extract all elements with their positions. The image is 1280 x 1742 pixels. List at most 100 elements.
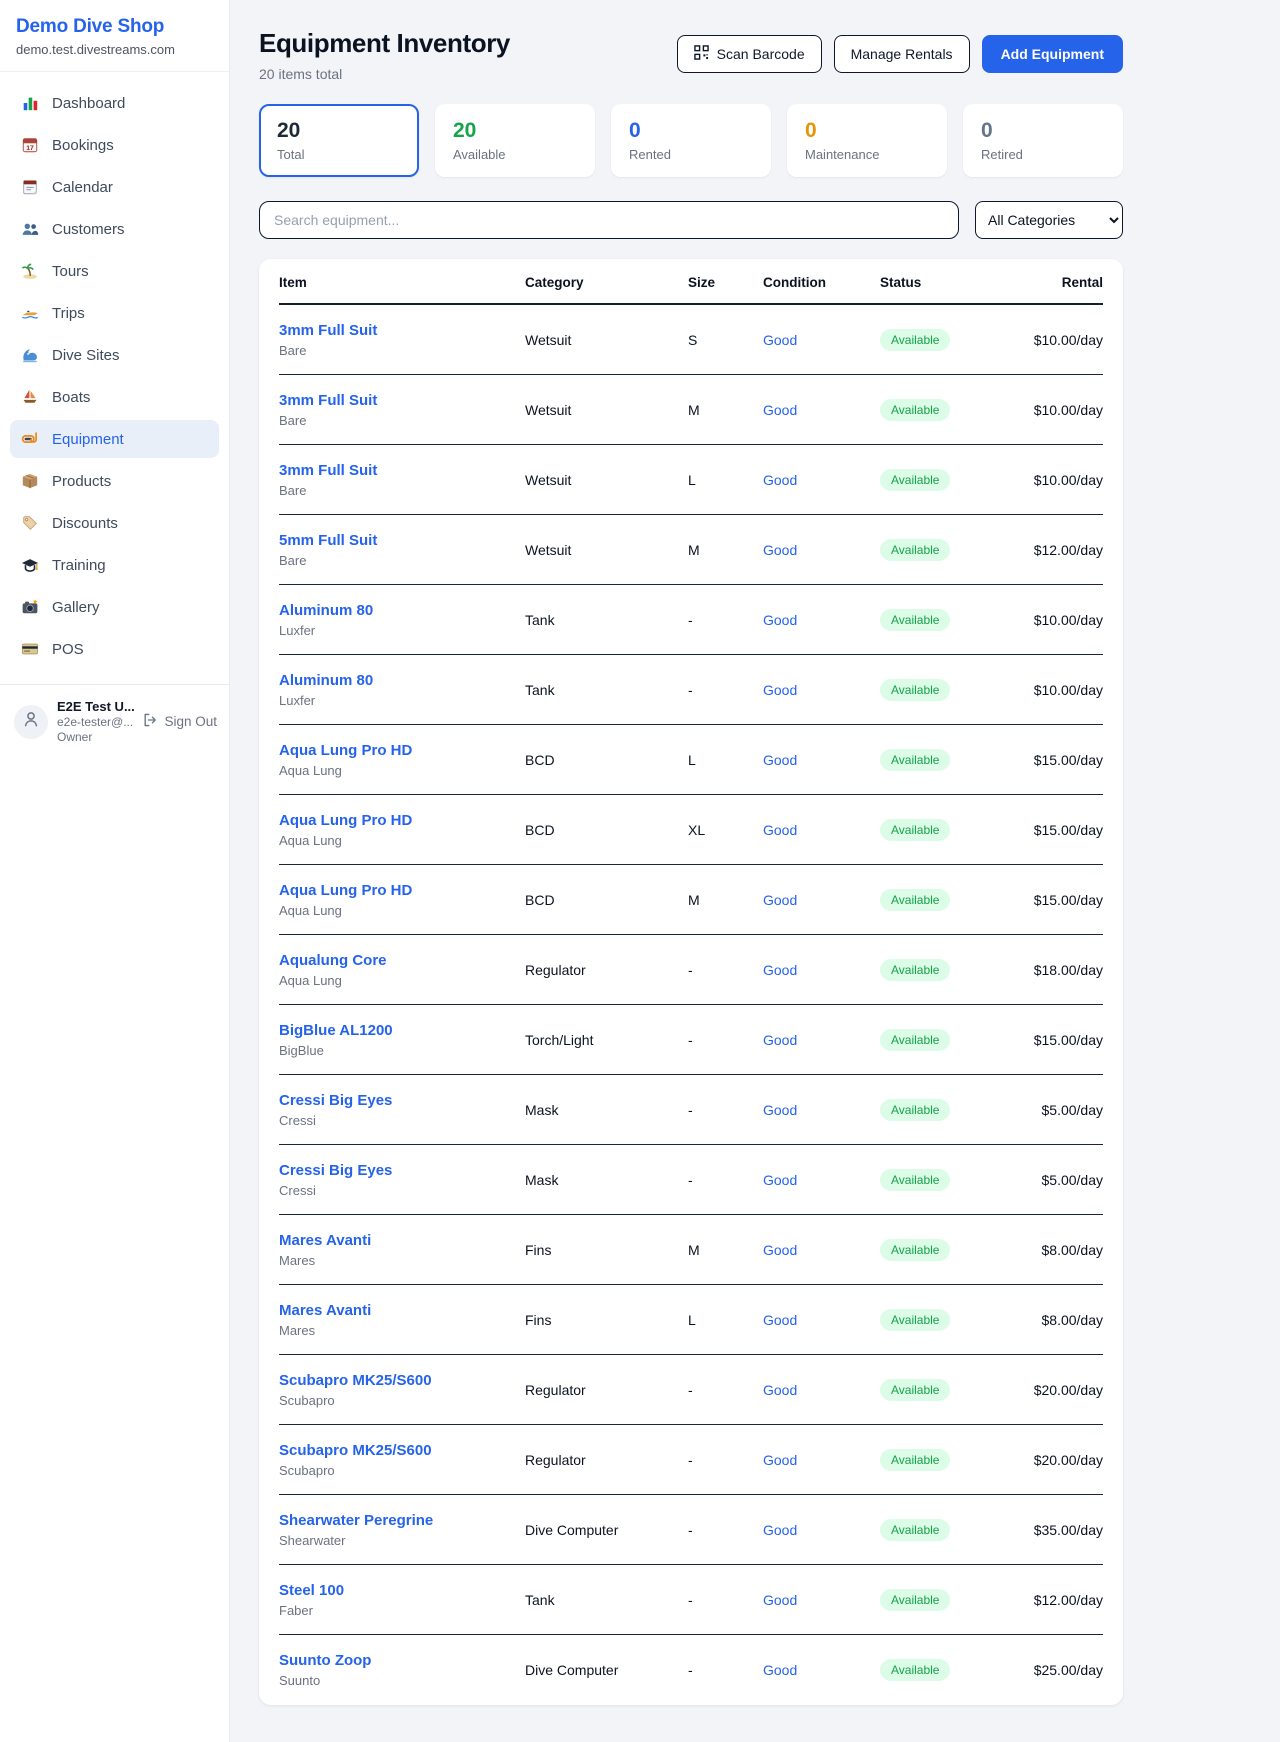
stat-card-maintenance[interactable]: 0 Maintenance (787, 104, 947, 177)
table-row[interactable]: Suunto Zoop Suunto Dive Computer - Good … (279, 1635, 1103, 1705)
table-row[interactable]: Aluminum 80 Luxfer Tank - Good Available… (279, 585, 1103, 655)
table-row[interactable]: Scubapro MK25/S600 Scubapro Regulator - … (279, 1425, 1103, 1495)
item-rental-rate: $15.00/day (1030, 752, 1103, 768)
status-badge: Available (880, 1379, 950, 1401)
item-name-link[interactable]: Scubapro MK25/S600 (279, 1442, 525, 1459)
item-rental-rate: $10.00/day (1030, 332, 1103, 348)
item-name-link[interactable]: 3mm Full Suit (279, 392, 525, 409)
table-row[interactable]: Cressi Big Eyes Cressi Mask - Good Avail… (279, 1145, 1103, 1215)
item-name-link[interactable]: 5mm Full Suit (279, 532, 525, 549)
page-header: Equipment Inventory 20 items total Scan … (259, 28, 1123, 82)
stat-label: Retired (981, 147, 1105, 162)
sidebar-item-training[interactable]: Training (10, 546, 219, 584)
sidebar-item-label: Calendar (52, 179, 113, 196)
sidebar-nav: Dashboard 17 Bookings Calendar Customers… (0, 72, 229, 678)
table-row[interactable]: Aqua Lung Pro HD Aqua Lung BCD XL Good A… (279, 795, 1103, 865)
brand-name[interactable]: Demo Dive Shop (16, 16, 213, 38)
status-badge: Available (880, 1239, 950, 1261)
table-row[interactable]: Mares Avanti Mares Fins M Good Available… (279, 1215, 1103, 1285)
manage-rentals-label: Manage Rentals (851, 46, 953, 62)
search-input[interactable] (259, 201, 959, 239)
item-name-link[interactable]: Scubapro MK25/S600 (279, 1372, 525, 1389)
table-row[interactable]: Mares Avanti Mares Fins L Good Available… (279, 1285, 1103, 1355)
item-name-link[interactable]: Shearwater Peregrine (279, 1512, 525, 1529)
sidebar-item-boats[interactable]: Boats (10, 378, 219, 416)
item-name-link[interactable]: Aluminum 80 (279, 602, 525, 619)
table-row[interactable]: 3mm Full Suit Bare Wetsuit S Good Availa… (279, 305, 1103, 375)
category-select[interactable]: All Categories (975, 201, 1123, 239)
sidebar-item-dive-sites[interactable]: Dive Sites (10, 336, 219, 374)
sidebar-item-trips[interactable]: Trips (10, 294, 219, 332)
sidebar-item-calendar[interactable]: Calendar (10, 168, 219, 206)
item-name-link[interactable]: Aqualung Core (279, 952, 525, 969)
item-size: L (688, 1312, 763, 1328)
item-name-link[interactable]: Aqua Lung Pro HD (279, 742, 525, 759)
item-size: - (688, 1592, 763, 1608)
item-size: M (688, 1242, 763, 1258)
stat-card-rented[interactable]: 0 Rented (611, 104, 771, 177)
column-header-item: Item (279, 275, 525, 290)
stat-card-retired[interactable]: 0 Retired (963, 104, 1123, 177)
table-row[interactable]: BigBlue AL1200 BigBlue Torch/Light - Goo… (279, 1005, 1103, 1075)
package-box-icon (20, 471, 40, 491)
stat-card-available[interactable]: 20 Available (435, 104, 595, 177)
sidebar-item-equipment[interactable]: Equipment (10, 420, 219, 458)
table-row[interactable]: Cressi Big Eyes Cressi Mask - Good Avail… (279, 1075, 1103, 1145)
table-row[interactable]: Aqua Lung Pro HD Aqua Lung BCD M Good Av… (279, 865, 1103, 935)
column-header-rental: Rental (1030, 275, 1103, 290)
manage-rentals-button[interactable]: Manage Rentals (834, 35, 970, 73)
item-brand: Cressi (279, 1113, 525, 1128)
sidebar-item-tours[interactable]: Tours (10, 252, 219, 290)
item-name-link[interactable]: Mares Avanti (279, 1302, 525, 1319)
table-row[interactable]: 5mm Full Suit Bare Wetsuit M Good Availa… (279, 515, 1103, 585)
item-rental-rate: $10.00/day (1030, 612, 1103, 628)
sidebar-item-gallery[interactable]: Gallery (10, 588, 219, 626)
table-row[interactable]: Aqua Lung Pro HD Aqua Lung BCD L Good Av… (279, 725, 1103, 795)
item-name-link[interactable]: Cressi Big Eyes (279, 1162, 525, 1179)
item-name-link[interactable]: Suunto Zoop (279, 1652, 525, 1669)
table-row[interactable]: Shearwater Peregrine Shearwater Dive Com… (279, 1495, 1103, 1565)
sidebar-item-label: Bookings (52, 137, 114, 154)
table-row[interactable]: Steel 100 Faber Tank - Good Available $1… (279, 1565, 1103, 1635)
sidebar-item-bookings[interactable]: 17 Bookings (10, 126, 219, 164)
sidebar-item-pos[interactable]: POS (10, 630, 219, 668)
item-name-link[interactable]: BigBlue AL1200 (279, 1022, 525, 1039)
barcode-scan-icon (694, 45, 709, 63)
sidebar-item-products[interactable]: Products (10, 462, 219, 500)
bar-chart-icon (20, 93, 40, 113)
scan-barcode-button[interactable]: Scan Barcode (677, 35, 822, 73)
item-name-link[interactable]: Cressi Big Eyes (279, 1092, 525, 1109)
item-name-link[interactable]: 3mm Full Suit (279, 322, 525, 339)
item-name-link[interactable]: 3mm Full Suit (279, 462, 525, 479)
item-size: - (688, 612, 763, 628)
item-name-link[interactable]: Aluminum 80 (279, 672, 525, 689)
table-row[interactable]: Aqualung Core Aqua Lung Regulator - Good… (279, 935, 1103, 1005)
table-row[interactable]: 3mm Full Suit Bare Wetsuit L Good Availa… (279, 445, 1103, 515)
item-condition: Good (763, 1662, 880, 1678)
sidebar-item-dashboard[interactable]: Dashboard (10, 84, 219, 122)
header-actions: Scan Barcode Manage Rentals Add Equipmen… (677, 28, 1123, 73)
item-name-link[interactable]: Aqua Lung Pro HD (279, 882, 525, 899)
sidebar-item-discounts[interactable]: Discounts (10, 504, 219, 542)
add-equipment-button[interactable]: Add Equipment (982, 35, 1123, 73)
avatar (14, 705, 48, 739)
status-badge: Available (880, 469, 950, 491)
status-badge: Available (880, 749, 950, 771)
sign-out-button[interactable]: Sign Out (142, 712, 217, 731)
item-rental-rate: $15.00/day (1030, 1032, 1103, 1048)
table-row[interactable]: Scubapro MK25/S600 Scubapro Regulator - … (279, 1355, 1103, 1425)
item-size: - (688, 962, 763, 978)
sidebar-item-label: Gallery (52, 599, 100, 616)
item-size: M (688, 402, 763, 418)
sidebar-item-label: Discounts (52, 515, 118, 532)
table-row[interactable]: 3mm Full Suit Bare Wetsuit M Good Availa… (279, 375, 1103, 445)
sidebar-item-customers[interactable]: Customers (10, 210, 219, 248)
table-row[interactable]: Aluminum 80 Luxfer Tank - Good Available… (279, 655, 1103, 725)
item-condition: Good (763, 1242, 880, 1258)
item-size: - (688, 1452, 763, 1468)
item-name-link[interactable]: Aqua Lung Pro HD (279, 812, 525, 829)
stat-card-total[interactable]: 20 Total (259, 104, 419, 177)
item-name-link[interactable]: Steel 100 (279, 1582, 525, 1599)
item-name-link[interactable]: Mares Avanti (279, 1232, 525, 1249)
status-badge: Available (880, 539, 950, 561)
